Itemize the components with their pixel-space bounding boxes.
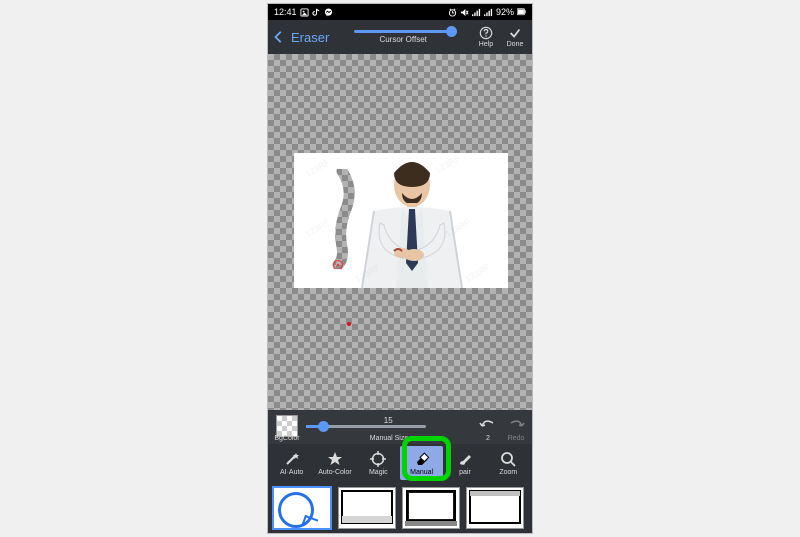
messenger-icon — [324, 8, 333, 17]
tool-repair[interactable]: pair — [443, 446, 486, 480]
status-time: 12:41 — [274, 7, 297, 17]
back-button[interactable] — [272, 30, 286, 44]
bgcolor-button[interactable]: BgColor — [270, 410, 304, 442]
editing-canvas[interactable]: 123RF 123RF 123RF 123RF 123RF 123RF — [268, 54, 532, 410]
thumbnail-strip[interactable] — [268, 482, 532, 533]
cursor-offset-slider[interactable] — [354, 30, 452, 33]
eraser-icon — [414, 451, 430, 467]
undo-button[interactable]: 2 — [474, 410, 502, 442]
tool-auto-color[interactable]: Auto-Color — [313, 446, 356, 480]
tools-row: AI·Auto Auto-Color Magic Manual pair Zoo… — [268, 444, 532, 482]
star-icon — [327, 451, 343, 467]
mid-controls: BgColor 15 Manual Size 2 Redo — [268, 410, 532, 444]
gallery-icon — [300, 8, 309, 17]
photo[interactable]: 123RF 123RF 123RF 123RF 123RF 123RF — [294, 153, 508, 288]
cursor-offset-control[interactable]: Cursor Offset — [336, 30, 470, 44]
signal1-icon — [472, 8, 481, 17]
eraser-stroke — [324, 169, 364, 274]
thumbnail-4[interactable] — [466, 487, 524, 529]
size-value: 15 — [384, 416, 393, 425]
brush-icon — [457, 451, 473, 467]
tool-manual[interactable]: Manual — [400, 446, 443, 480]
wand-icon — [284, 451, 300, 467]
tool-zoom[interactable]: Zoom — [487, 446, 530, 480]
tool-magic[interactable]: Magic — [357, 446, 400, 480]
alarm-icon — [448, 8, 457, 17]
target-icon — [370, 451, 386, 467]
signal2-icon — [484, 8, 493, 17]
cursor-offset-label: Cursor Offset — [379, 35, 426, 44]
done-button[interactable]: Done — [502, 26, 528, 48]
screen-title: Eraser — [291, 30, 329, 45]
help-button[interactable]: Help — [473, 26, 499, 48]
bgcolor-swatch — [276, 415, 298, 437]
thumbnail-3[interactable] — [402, 487, 460, 529]
size-slider[interactable] — [306, 425, 426, 428]
manual-size-control[interactable]: 15 Manual Size — [304, 410, 474, 442]
battery-text: 92% — [496, 7, 514, 17]
redo-button[interactable]: Redo — [502, 410, 530, 442]
statusbar: 12:41 92% — [268, 4, 532, 20]
mute-icon — [460, 8, 469, 17]
zoom-icon — [500, 451, 516, 467]
battery-icon — [517, 8, 526, 17]
thumbnail-1[interactable] — [272, 486, 332, 530]
toolbar: Eraser Cursor Offset Help Done — [268, 20, 532, 54]
tiktok-icon — [312, 8, 321, 17]
tool-ai-auto[interactable]: AI·Auto — [270, 446, 313, 480]
cable-icon — [278, 492, 314, 528]
phone-frame: 12:41 92% Eraser Cursor Offset Help — [267, 3, 533, 534]
thumbnail-2[interactable] — [338, 487, 396, 529]
center-marker — [347, 322, 351, 326]
